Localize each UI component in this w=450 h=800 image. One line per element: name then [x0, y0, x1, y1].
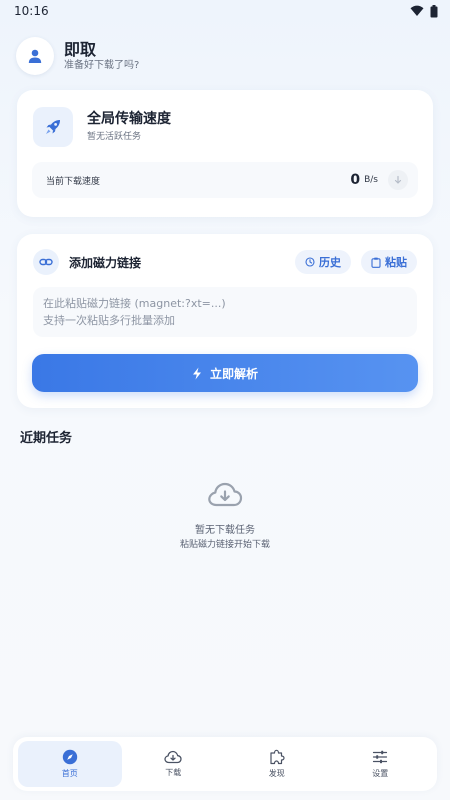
speed-card: 全局传输速度 暂无活跃任务 当前下载速度 0 B/s [17, 90, 433, 217]
nav-label-downloads: 下载 [165, 768, 182, 777]
magnet-card-title: 添加磁力链接 [69, 255, 142, 270]
nav-item-discover[interactable]: 发现 [225, 741, 329, 787]
current-speed-row: 当前下载速度 0 B/s [32, 162, 418, 198]
paste-button[interactable]: 粘贴 [361, 250, 417, 274]
app-header: 即取 准备好下载了吗? [16, 36, 434, 76]
recent-tasks-title: 近期任务 [20, 431, 73, 446]
magnet-link-input[interactable] [33, 287, 417, 337]
magnet-card-header: 添加磁力链接 历史 粘贴 [33, 249, 417, 275]
download-indicator [388, 170, 408, 190]
rocket-badge [33, 107, 73, 147]
speed-card-subtitle: 暂无活跃任务 [87, 132, 142, 142]
lightning-icon [192, 367, 201, 379]
nav-item-downloads[interactable]: 下载 [122, 741, 226, 787]
bottom-nav: 首页 下载 发现 设置 [13, 737, 437, 791]
link-badge [33, 249, 59, 275]
status-time: 10:16 [14, 4, 49, 18]
current-speed-label: 当前下载速度 [46, 176, 101, 187]
nav-item-settings[interactable]: 设置 [329, 741, 433, 787]
history-label: 历史 [319, 256, 341, 269]
speed-unit: B/s [364, 175, 378, 185]
speed-number: 0 [350, 172, 361, 188]
parse-label: 立即解析 [209, 366, 258, 381]
speed-card-title: 全局传输速度 [87, 111, 171, 127]
magnet-card: 添加磁力链接 历史 粘贴 立即解析 [17, 234, 433, 408]
nav-label-settings: 设置 [372, 769, 389, 778]
empty-state: 暂无下载任务 粘贴磁力链接开始下载 [0, 482, 450, 552]
cloud-download-icon [207, 482, 243, 512]
magnet-actions: 历史 粘贴 [295, 250, 417, 274]
user-icon [28, 49, 42, 63]
header-text: 即取 准备好下载了吗? [64, 40, 139, 73]
cloud-download-icon [164, 750, 182, 764]
empty-title: 暂无下载任务 [195, 525, 255, 536]
link-icon [39, 258, 53, 266]
parse-button[interactable]: 立即解析 [32, 354, 418, 392]
arrow-down-icon [394, 175, 402, 184]
nav-label-home: 首页 [61, 769, 78, 778]
sliders-icon [373, 750, 388, 764]
app-name: 即取 [64, 39, 97, 59]
speed-card-text: 全局传输速度 暂无活跃任务 [87, 110, 171, 144]
history-button[interactable]: 历史 [295, 250, 351, 274]
puzzle-icon [270, 749, 285, 765]
magnet-title-group: 添加磁力链接 [33, 249, 141, 275]
paste-label: 粘贴 [385, 256, 407, 269]
current-speed-value: 0 B/s [350, 170, 408, 190]
battery-icon [430, 4, 438, 17]
empty-subtitle: 粘贴磁力链接开始下载 [179, 540, 270, 550]
status-icons [410, 4, 438, 18]
rocket-icon [46, 120, 60, 134]
status-bar: 10:16 [0, 0, 450, 22]
nav-label-discover: 发现 [268, 769, 285, 778]
app-subtitle: 准备好下载了吗? [64, 59, 140, 71]
compass-icon [62, 749, 77, 765]
clock-icon [305, 257, 315, 267]
speed-card-header: 全局传输速度 暂无活跃任务 [33, 107, 171, 147]
nav-item-home[interactable]: 首页 [18, 741, 122, 787]
avatar[interactable] [16, 37, 54, 75]
clipboard-icon [371, 257, 381, 268]
wifi-icon [410, 5, 424, 16]
